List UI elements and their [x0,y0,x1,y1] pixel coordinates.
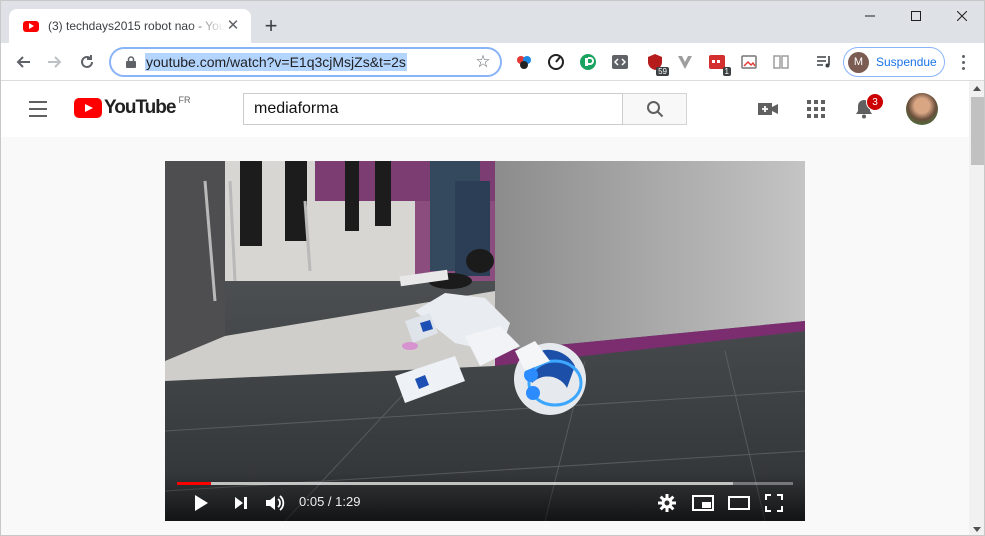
extension-shield-icon[interactable]: 59 [645,52,669,76]
next-button[interactable] [227,489,255,517]
extension-image-icon[interactable] [739,52,759,72]
search-button[interactable] [623,93,687,125]
miniplayer-button[interactable] [689,489,717,517]
extension-code-icon[interactable] [610,52,630,72]
tab-close-icon[interactable]: ✕ [225,18,241,34]
player-overlay: 0:05 / 1:29 [165,161,805,521]
fullscreen-icon [765,494,783,512]
extension-reader-icon[interactable] [771,52,791,72]
youtube-header: YouTube FR mediaforma [1,81,969,137]
guide-menu-icon[interactable] [27,99,49,119]
progress-bar[interactable] [177,482,793,485]
youtube-favicon-icon [23,20,39,32]
browser-tab[interactable]: (3) techdays2015 robot nao - YouTube ✕ [9,9,251,43]
address-bar[interactable]: youtube.com/watch?v=E1q3cjMsjZs&t=2s ☆ [109,47,502,77]
reload-button[interactable] [75,50,99,74]
played-bar [177,482,212,485]
youtube-play-logo-icon [74,98,102,118]
maximize-button[interactable] [893,1,939,31]
play-icon [195,495,208,511]
maximize-icon [911,11,921,21]
back-arrow-icon [16,56,30,68]
play-button[interactable] [187,489,215,517]
youtube-logo[interactable]: YouTube FR [74,95,191,119]
lock-icon[interactable] [119,56,143,68]
scroll-down-arrow-icon[interactable] [973,527,981,532]
profile-label: Suspendue [876,55,937,69]
scrollbar-thumb[interactable] [971,97,984,165]
apps-button[interactable] [804,97,828,121]
theater-mode-icon [728,496,750,510]
minimize-button[interactable] [847,1,893,31]
tab-title: (3) techdays2015 robot nao - YouTube [48,19,225,33]
minimize-icon [865,15,875,17]
extension-calendar-icon[interactable]: 1 [707,52,731,76]
apps-grid-icon [807,100,825,118]
extension-badge-count: 1 [722,67,731,76]
search-box: mediaforma [243,93,687,125]
media-control-icon[interactable] [814,52,834,72]
browser-window: (3) techdays2015 robot nao - YouTube ✕ + [0,0,985,536]
bookmark-star-icon[interactable]: ☆ [474,53,492,71]
miniplayer-icon [692,495,714,511]
browser-toolbar: youtube.com/watch?v=E1q3cjMsjZs&t=2s ☆ 5… [1,43,984,81]
close-icon [957,11,967,21]
next-icon [235,497,247,509]
theater-mode-button[interactable] [725,489,753,517]
time-display: 0:05 / 1:29 [299,494,361,509]
search-icon [646,101,663,118]
fullscreen-button[interactable] [760,489,788,517]
gear-icon [658,494,676,512]
profile-avatar: M [848,51,869,73]
tab-strip: (3) techdays2015 robot nao - YouTube ✕ + [1,1,984,43]
new-tab-button[interactable]: + [259,15,283,39]
url-text[interactable]: youtube.com/watch?v=E1q3cjMsjZs&t=2s [145,53,407,71]
forward-arrow-icon [48,56,62,68]
country-code: FR [178,95,191,105]
back-button[interactable] [11,50,35,74]
create-video-button[interactable] [756,97,780,121]
extension-v-icon[interactable] [675,52,695,72]
browser-menu-icon[interactable] [953,52,973,72]
notification-count-badge: 3 [866,93,884,111]
extension-green-icon[interactable] [578,52,598,72]
user-avatar[interactable] [906,93,938,125]
buffered-bar [177,482,734,485]
page-scrollbar[interactable] [969,81,984,535]
close-window-button[interactable] [939,1,984,31]
forward-button[interactable] [43,50,67,74]
video-camera-add-icon [758,103,778,115]
settings-button[interactable] [653,489,681,517]
scroll-up-arrow-icon[interactable] [973,86,981,91]
profile-button[interactable]: M Suspendue [843,47,945,77]
extension-colorballs-icon[interactable] [514,52,534,72]
extension-badge-count: 59 [656,67,669,76]
volume-button[interactable] [261,489,289,517]
volume-icon [266,495,285,511]
extension-speed-icon[interactable] [546,52,566,72]
reload-icon [81,55,93,68]
youtube-logo-text: YouTube [104,97,176,118]
search-input[interactable]: mediaforma [243,93,623,125]
